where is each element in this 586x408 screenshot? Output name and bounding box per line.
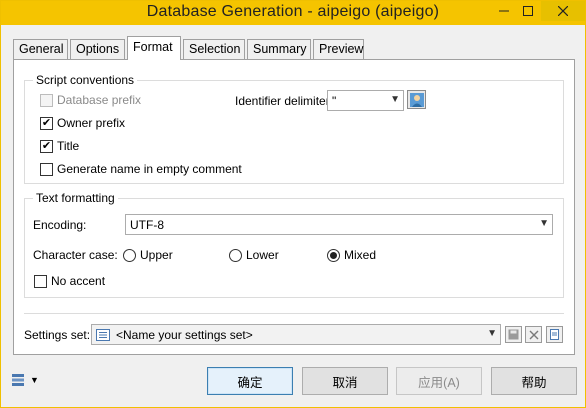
minimize-icon xyxy=(499,10,509,12)
delete-icon xyxy=(529,330,538,339)
owner-prefix-checkbox[interactable]: ✔ Owner prefix xyxy=(40,116,125,130)
settings-set-value: <Name your settings set> xyxy=(116,327,253,342)
checkbox-box xyxy=(40,93,53,107)
text-formatting-legend: Text formatting xyxy=(33,191,118,205)
radio-circle xyxy=(123,248,136,262)
checkbox-box xyxy=(40,162,53,176)
checkmark-icon: ✔ xyxy=(40,116,53,130)
help-button[interactable]: 帮助 xyxy=(491,367,577,395)
tab-preview[interactable]: Preview xyxy=(313,39,364,60)
title-bar[interactable]: Database Generation - aipeigo (aipeigo) xyxy=(1,1,585,25)
identifier-delimiter-value: " xyxy=(332,93,337,108)
chevron-down-icon: ▼ xyxy=(539,218,549,229)
maximize-button[interactable] xyxy=(512,1,544,21)
tab-summary[interactable]: Summary xyxy=(247,39,311,60)
title-checkbox[interactable]: ✔ Title xyxy=(40,139,79,153)
encoding-value: UTF-8 xyxy=(130,217,164,232)
text-formatting-group: Text formatting Encoding: UTF-8 ▼ Charac… xyxy=(24,191,564,298)
identifier-delimiter-select[interactable]: " ▼ xyxy=(327,90,404,111)
tools-menu-button[interactable]: ▼ xyxy=(11,373,39,387)
tab-format[interactable]: Format xyxy=(127,36,181,60)
settings-set-label: Settings set: xyxy=(24,328,91,342)
apply-button[interactable]: 应用(A) xyxy=(396,367,482,395)
encoding-select[interactable]: UTF-8 ▼ xyxy=(125,214,553,235)
chevron-down-icon: ▼ xyxy=(390,94,400,105)
checkmark-icon: ✔ xyxy=(40,139,53,153)
case-mixed-radio[interactable]: Mixed xyxy=(327,248,376,262)
case-lower-radio[interactable]: Lower xyxy=(229,248,279,262)
divider xyxy=(24,313,564,314)
database-prefix-label: Database prefix xyxy=(57,93,142,107)
save-icon xyxy=(508,329,519,340)
identifier-delimiter-label: Identifier delimiter: xyxy=(235,94,334,108)
ok-button[interactable]: 确定 xyxy=(207,367,293,395)
close-button[interactable] xyxy=(541,1,585,21)
owner-prefix-label: Owner prefix xyxy=(57,116,126,130)
generate-name-checkbox[interactable]: Generate name in empty comment xyxy=(40,162,242,176)
user-icon xyxy=(409,92,424,107)
script-conventions-group: Script conventions Database prefix ✔ Own… xyxy=(24,73,564,184)
encoding-label: Encoding: xyxy=(33,218,87,232)
chevron-down-icon: ▼ xyxy=(487,328,497,339)
case-mixed-label: Mixed xyxy=(344,248,377,262)
tab-options[interactable]: Options xyxy=(70,39,125,60)
case-upper-radio[interactable]: Upper xyxy=(123,248,173,262)
settings-list-icon xyxy=(96,328,110,341)
user-picker-button[interactable] xyxy=(407,90,426,109)
maximize-icon xyxy=(523,6,533,16)
character-case-label: Character case: xyxy=(33,248,118,262)
case-upper-label: Upper xyxy=(140,248,173,262)
settings-set-select[interactable]: <Name your settings set> ▼ xyxy=(91,324,501,345)
radio-circle xyxy=(229,248,242,262)
radio-selected-icon xyxy=(327,248,340,262)
tab-general[interactable]: General xyxy=(13,39,68,60)
cancel-button[interactable]: 取消 xyxy=(302,367,388,395)
document-icon xyxy=(550,329,559,340)
no-accent-label: No accent xyxy=(51,274,106,288)
checkbox-box xyxy=(34,274,47,288)
no-accent-checkbox[interactable]: No accent xyxy=(34,274,105,288)
chevron-down-icon: ▼ xyxy=(30,375,39,385)
script-conventions-legend: Script conventions xyxy=(33,73,138,87)
case-lower-label: Lower xyxy=(246,248,279,262)
delete-settings-button[interactable] xyxy=(525,326,542,343)
save-settings-button[interactable] xyxy=(505,326,522,343)
generate-name-label: Generate name in empty comment xyxy=(57,162,242,176)
title-label: Title xyxy=(57,139,80,153)
tab-selection[interactable]: Selection xyxy=(183,39,245,60)
database-prefix-checkbox[interactable]: Database prefix xyxy=(40,93,141,107)
dialog-window: Database Generation - aipeigo (aipeigo) … xyxy=(0,0,586,408)
stack-icon xyxy=(12,374,24,386)
close-icon xyxy=(558,6,568,16)
format-panel: Script conventions Database prefix ✔ Own… xyxy=(13,59,575,355)
manage-settings-button[interactable] xyxy=(546,326,563,343)
